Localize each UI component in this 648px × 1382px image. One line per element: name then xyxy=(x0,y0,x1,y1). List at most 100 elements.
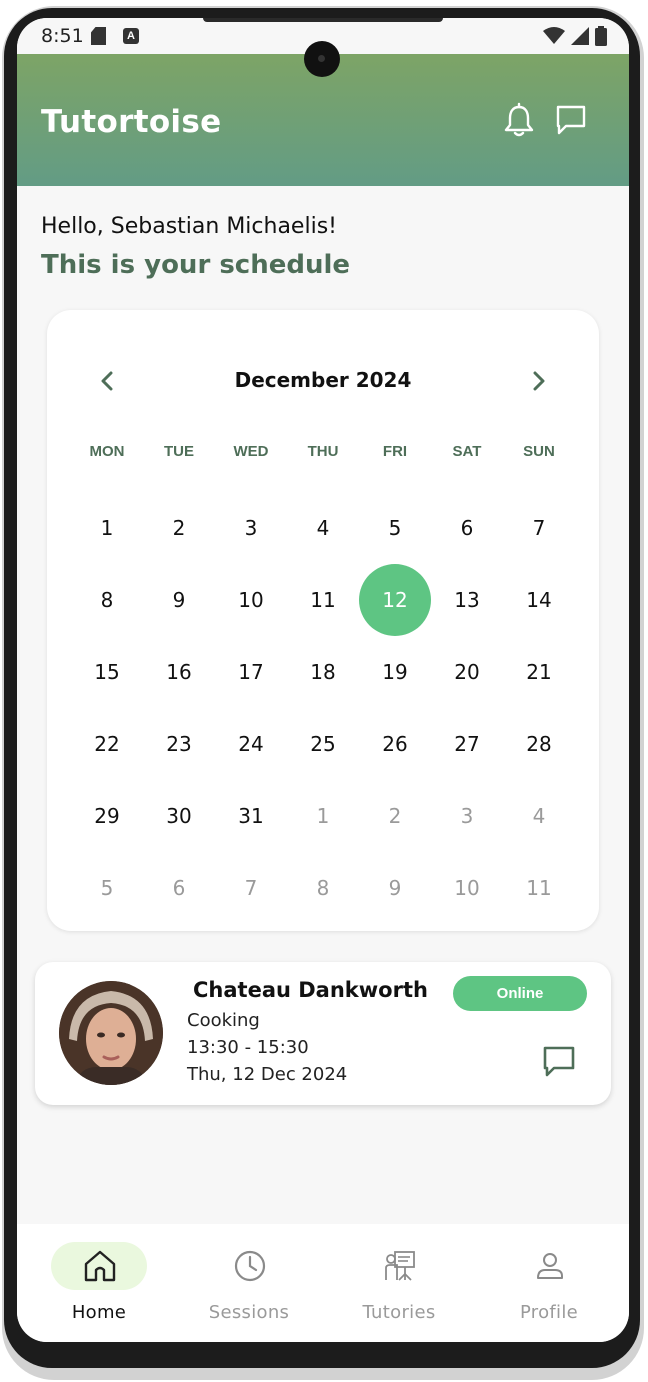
calendar-day[interactable]: 11 xyxy=(287,564,359,636)
calendar-day[interactable]: 20 xyxy=(431,636,503,708)
notch xyxy=(203,18,443,22)
calendar-day[interactable]: 4 xyxy=(287,492,359,564)
nav-sessions[interactable]: Sessions xyxy=(167,1224,317,1342)
weekday-label: TUE xyxy=(164,443,194,460)
nav-home[interactable]: Home xyxy=(17,1224,167,1342)
calendar-day-number: 12 xyxy=(382,588,408,612)
bell-icon[interactable] xyxy=(501,102,537,138)
session-subject: Cooking xyxy=(187,1010,260,1031)
avatar-portrait xyxy=(59,981,163,1085)
nav-label-tutories: Tutories xyxy=(362,1302,436,1323)
chat-icon[interactable] xyxy=(553,102,589,138)
power-button xyxy=(634,353,640,437)
nav-label-profile: Profile xyxy=(519,1302,579,1323)
calendar-day[interactable]: 12 xyxy=(359,564,431,636)
calendar-day[interactable]: 25 xyxy=(287,708,359,780)
calendar-day-other-month[interactable]: 3 xyxy=(431,780,503,852)
calendar-day-number: 3 xyxy=(244,516,258,540)
weekday-label: MON xyxy=(89,443,125,460)
calendar-day[interactable]: 15 xyxy=(71,636,143,708)
session-card[interactable]: Chateau Dankworth Cooking 13:30 - 15:30 … xyxy=(35,962,611,1105)
calendar-day[interactable]: 31 xyxy=(215,780,287,852)
calendar-day[interactable]: 7 xyxy=(503,492,575,564)
calendar-day-other-month[interactable]: 2 xyxy=(359,780,431,852)
calendar-day-number: 6 xyxy=(172,876,186,900)
status-icons xyxy=(543,26,607,46)
clock-icon xyxy=(234,1250,266,1282)
calendar-day-other-month[interactable]: 7 xyxy=(215,852,287,924)
calendar-day-other-month[interactable]: 6 xyxy=(143,852,215,924)
nav-profile[interactable]: Profile xyxy=(467,1224,617,1342)
calendar-day[interactable]: 3 xyxy=(215,492,287,564)
calendar-day-number: 10 xyxy=(238,588,264,612)
calendar-day[interactable]: 13 xyxy=(431,564,503,636)
calendar-day[interactable]: 2 xyxy=(143,492,215,564)
calendar-day[interactable]: 23 xyxy=(143,708,215,780)
calendar-day[interactable]: 10 xyxy=(215,564,287,636)
calendar-day[interactable]: 18 xyxy=(287,636,359,708)
weekday-label: FRI xyxy=(382,443,408,460)
tutor-name: Chateau Dankworth xyxy=(193,978,428,1002)
status-badge: Online xyxy=(453,976,587,1011)
nav-tutories[interactable]: Tutories xyxy=(317,1224,467,1342)
calendar-day[interactable]: 21 xyxy=(503,636,575,708)
calendar-day-other-month[interactable]: 8 xyxy=(287,852,359,924)
nav-label-sessions: Sessions xyxy=(208,1302,290,1323)
calendar-day-other-month[interactable]: 1 xyxy=(287,780,359,852)
schedule-title: This is your schedule xyxy=(41,250,351,280)
calendar-card: December 2024 MON TUE WED THU FRI SAT SUN 1234… xyxy=(47,310,599,931)
calendar-day[interactable]: 27 xyxy=(431,708,503,780)
calendar-day-number: 14 xyxy=(526,588,552,612)
calendar-day-number: 7 xyxy=(244,876,258,900)
calendar-day[interactable]: 24 xyxy=(215,708,287,780)
weekday-label: WED xyxy=(233,443,269,460)
calendar-day-other-month[interactable]: 5 xyxy=(71,852,143,924)
calendar-day-other-month[interactable]: 10 xyxy=(431,852,503,924)
battery-icon xyxy=(595,26,607,46)
calendar-day-number: 18 xyxy=(310,660,336,684)
sd-card-icon xyxy=(91,27,106,45)
calendar-day[interactable]: 5 xyxy=(359,492,431,564)
prev-month-chevron-icon[interactable] xyxy=(95,368,119,394)
calendar-day[interactable]: 1 xyxy=(71,492,143,564)
calendar-day[interactable]: 17 xyxy=(215,636,287,708)
calendar-day-number: 10 xyxy=(454,876,480,900)
calendar-day[interactable]: 6 xyxy=(431,492,503,564)
calendar-day-number: 17 xyxy=(238,660,264,684)
greeting: Hello, Sebastian Michaelis! xyxy=(41,214,337,239)
calendar-day[interactable]: 28 xyxy=(503,708,575,780)
calendar-day-number: 4 xyxy=(316,516,330,540)
bottom-nav: Home Sessions Tutories Profile xyxy=(17,1224,629,1342)
calendar-day-other-month[interactable]: 9 xyxy=(359,852,431,924)
calendar-day-number: 2 xyxy=(172,516,186,540)
volume-button xyxy=(634,508,640,680)
calendar-day-number: 25 xyxy=(310,732,336,756)
calendar-day-number: 19 xyxy=(382,660,408,684)
app-title: Tutortoise xyxy=(41,104,222,140)
calendar-day[interactable]: 14 xyxy=(503,564,575,636)
calendar-day-number: 9 xyxy=(172,588,186,612)
calendar-day-number: 2 xyxy=(388,804,402,828)
calendar-day-other-month[interactable]: 4 xyxy=(503,780,575,852)
weekday-label: SAT xyxy=(452,443,482,460)
calendar-day-number: 20 xyxy=(454,660,480,684)
calendar-day-number: 1 xyxy=(316,804,330,828)
calendar-day-number: 9 xyxy=(388,876,402,900)
calendar-day[interactable]: 26 xyxy=(359,708,431,780)
calendar-day-number: 31 xyxy=(238,804,264,828)
next-month-chevron-icon[interactable] xyxy=(527,368,551,394)
calendar-day[interactable]: 8 xyxy=(71,564,143,636)
calendar-day-number: 8 xyxy=(100,588,114,612)
session-chat-icon[interactable] xyxy=(541,1044,577,1080)
calendar-day[interactable]: 9 xyxy=(143,564,215,636)
calendar-day[interactable]: 16 xyxy=(143,636,215,708)
calendar-day[interactable]: 19 xyxy=(359,636,431,708)
calendar-day-other-month[interactable]: 11 xyxy=(503,852,575,924)
calendar-day[interactable]: 30 xyxy=(143,780,215,852)
calendar-day[interactable]: 29 xyxy=(71,780,143,852)
calendar-day[interactable]: 22 xyxy=(71,708,143,780)
calendar-day-number: 13 xyxy=(454,588,480,612)
calendar-day-number: 6 xyxy=(460,516,474,540)
calendar-day-number: 22 xyxy=(94,732,120,756)
calendar-day-number: 23 xyxy=(166,732,192,756)
